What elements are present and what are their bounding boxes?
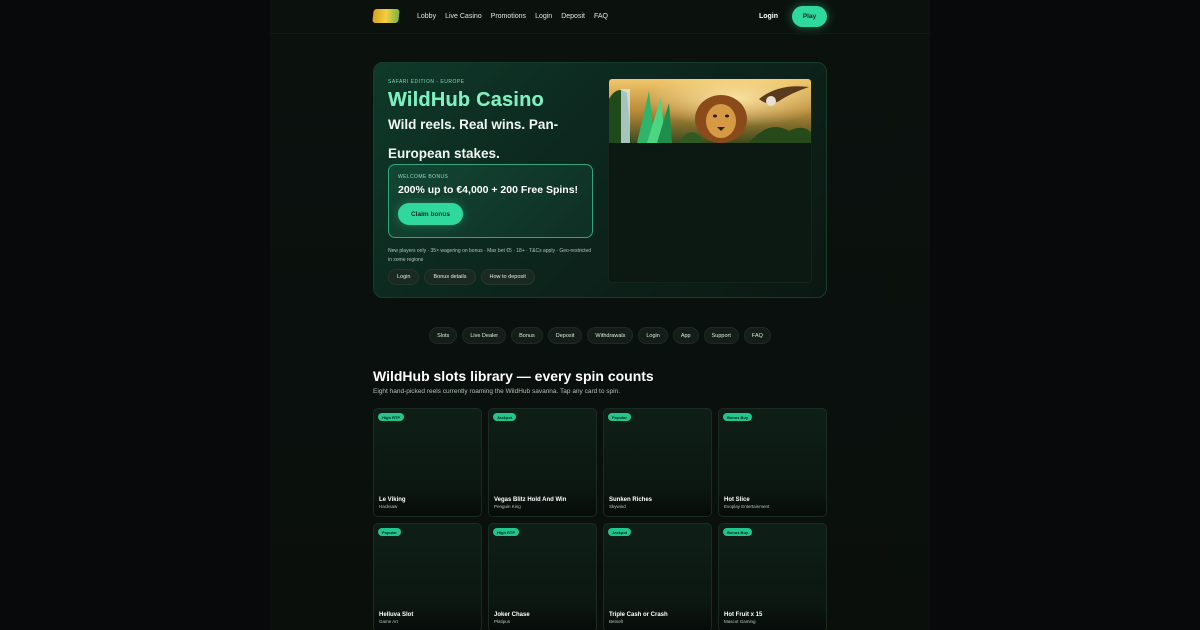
jungle-lion-banner-image [609, 79, 811, 143]
pill-app[interactable]: App [672, 327, 699, 344]
game-name: Triple Cash or Crash [609, 612, 668, 618]
category-pills: Slots Live Dealer Bonus Deposit Withdraw… [0, 327, 1200, 344]
game-info: Hot Fruit x 15 Mascot Gaming [719, 609, 826, 630]
game-name: Joker Chase [494, 612, 530, 618]
pill-login[interactable]: Login [638, 327, 668, 344]
login-button[interactable]: Login [759, 13, 778, 20]
pill-support[interactable]: Support [703, 327, 739, 344]
game-card[interactable]: Popular Sunken Riches Skywind [603, 408, 712, 517]
game-provider: Platipus [494, 619, 511, 624]
game-card[interactable]: Bonus Buy Hot Fruit x 15 Mascot Gaming [718, 523, 827, 630]
nav-link-faq[interactable]: FAQ [594, 13, 608, 20]
game-info: Helluva Slot Game Art [374, 609, 481, 630]
pill-live-dealer[interactable]: Live Dealer [462, 327, 507, 344]
game-badge: Popular [608, 413, 631, 421]
hero-title: WildHub Casino [388, 89, 594, 112]
top-nav: Lobby Live Casino Promotions Login Depos… [372, 0, 827, 32]
pill-slots[interactable]: Slots [429, 327, 458, 344]
game-name: Hot Fruit x 15 [724, 612, 763, 618]
game-badge: Jackpot [608, 528, 632, 536]
wildhub-logo[interactable] [372, 9, 400, 23]
hero-panel: SAFARI EDITION - EUROPE WildHub Casino W… [373, 62, 827, 298]
game-badge: Popular [378, 528, 401, 536]
pill-deposit[interactable]: Deposit [547, 327, 583, 344]
hero-eyebrow: SAFARI EDITION - EUROPE [388, 79, 465, 85]
game-name: Helluva Slot [379, 612, 414, 618]
game-name: Vegas Blitz Hold And Win [494, 497, 567, 503]
game-card[interactable]: Jackpot Triple Cash or Crash Betsoft [603, 523, 712, 630]
game-provider: Mascot Gaming [724, 619, 756, 624]
game-info: Sunken Riches Skywind [604, 494, 711, 516]
library-title: WildHub slots library — every spin count… [373, 368, 654, 384]
hero-text: SAFARI EDITION - EUROPE WildHub Casino W… [388, 79, 594, 168]
game-badge: High RTP [378, 413, 404, 421]
hero-media [608, 78, 812, 283]
game-card[interactable]: Bonus Buy Hot Slice Evoplay Entertainmen… [718, 408, 827, 517]
game-card[interactable]: Jackpot Vegas Blitz Hold And Win Penguin… [488, 408, 597, 517]
game-provider: Evoplay Entertainment [724, 504, 770, 509]
game-info: Hot Slice Evoplay Entertainment [719, 494, 826, 516]
chip-login[interactable]: Login [388, 269, 420, 285]
game-badge: Bonus Buy [723, 528, 753, 536]
welcome-bonus-box: WELCOME BONUS 200% up to €4,000 + 200 Fr… [388, 164, 593, 238]
nav-link-login[interactable]: Login [535, 13, 552, 20]
game-card[interactable]: High RTP Le Viking Hacksaw [373, 408, 482, 517]
games-grid: High RTP Le Viking Hacksaw Jackpot Vegas… [373, 408, 827, 630]
play-button[interactable]: Play [792, 5, 827, 27]
hero-chips: Login Bonus details How to deposit [388, 269, 535, 285]
nav-link-deposit[interactable]: Deposit [561, 13, 585, 20]
nav-divider [270, 33, 930, 34]
game-info: Triple Cash or Crash Betsoft [604, 609, 711, 630]
bonus-title: 200% up to €4,000 + 200 Free Spins! [398, 184, 579, 196]
game-name: Sunken Riches [609, 497, 653, 503]
game-badge: Bonus Buy [723, 413, 753, 421]
game-provider: Skywind [609, 504, 626, 509]
claim-bonus-button[interactable]: Claim bonus [398, 203, 463, 225]
game-card[interactable]: High RTP Joker Chase Platipus [488, 523, 597, 630]
nav-link-live-casino[interactable]: Live Casino [445, 13, 482, 20]
bonus-label: WELCOME BONUS [398, 174, 449, 180]
hero-tagline: Wild reels. Real wins. Pan-European stak… [388, 117, 559, 161]
game-provider: Betsoft [609, 619, 624, 624]
game-info: Joker Chase Platipus [489, 609, 596, 630]
game-name: Hot Slice [724, 497, 750, 503]
nav-link-lobby[interactable]: Lobby [417, 13, 436, 20]
library-subtitle: Eight hand-picked reels currently roamin… [373, 388, 621, 395]
nav-actions: Login Play [759, 5, 827, 27]
bonus-disclaimer: New players only · 35× wagering on bonus… [388, 248, 592, 263]
chip-bonus-details[interactable]: Bonus details [424, 269, 476, 285]
nav-links: Lobby Live Casino Promotions Login Depos… [417, 13, 608, 20]
game-provider: Game Art [379, 619, 399, 624]
game-card[interactable]: Popular Helluva Slot Game Art [373, 523, 482, 630]
chip-how-to-deposit[interactable]: How to deposit [480, 269, 535, 285]
game-badge: High RTP [493, 528, 519, 536]
game-provider: Hacksaw [379, 504, 398, 509]
game-provider: Penguin King [494, 504, 521, 509]
pill-faq[interactable]: FAQ [743, 327, 771, 344]
nav-link-promotions[interactable]: Promotions [491, 13, 526, 20]
game-info: Vegas Blitz Hold And Win Penguin King [489, 494, 596, 516]
game-info: Le Viking Hacksaw [374, 494, 481, 516]
pill-bonus[interactable]: Bonus [511, 327, 543, 344]
pill-withdrawals[interactable]: Withdrawals [587, 327, 634, 344]
game-name: Le Viking [379, 497, 406, 503]
game-badge: Jackpot [493, 413, 517, 421]
